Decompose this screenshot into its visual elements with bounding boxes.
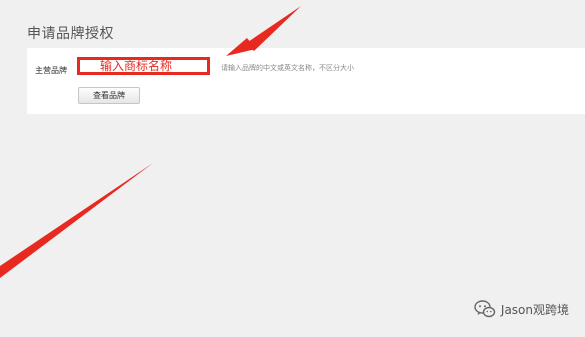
view-brand-button[interactable]: 查看品牌 xyxy=(78,87,140,104)
wechat-icon xyxy=(474,300,496,318)
annotation-arrow-upper xyxy=(245,6,301,51)
brand-form-panel: 主营品牌 请输入品牌的中文或英文名称，不区分大小 查看品牌 xyxy=(27,48,585,114)
brand-field-hint: 请输入品牌的中文或英文名称，不区分大小 xyxy=(221,64,354,72)
brand-field-label: 主营品牌 xyxy=(35,66,67,75)
brand-name-input[interactable] xyxy=(77,57,210,75)
watermark-text: Jason观跨境 xyxy=(500,302,569,317)
page-title: 申请品牌授权 xyxy=(27,26,114,42)
annotation-arrow-lower xyxy=(0,163,153,278)
watermark: Jason观跨境 xyxy=(473,297,569,321)
